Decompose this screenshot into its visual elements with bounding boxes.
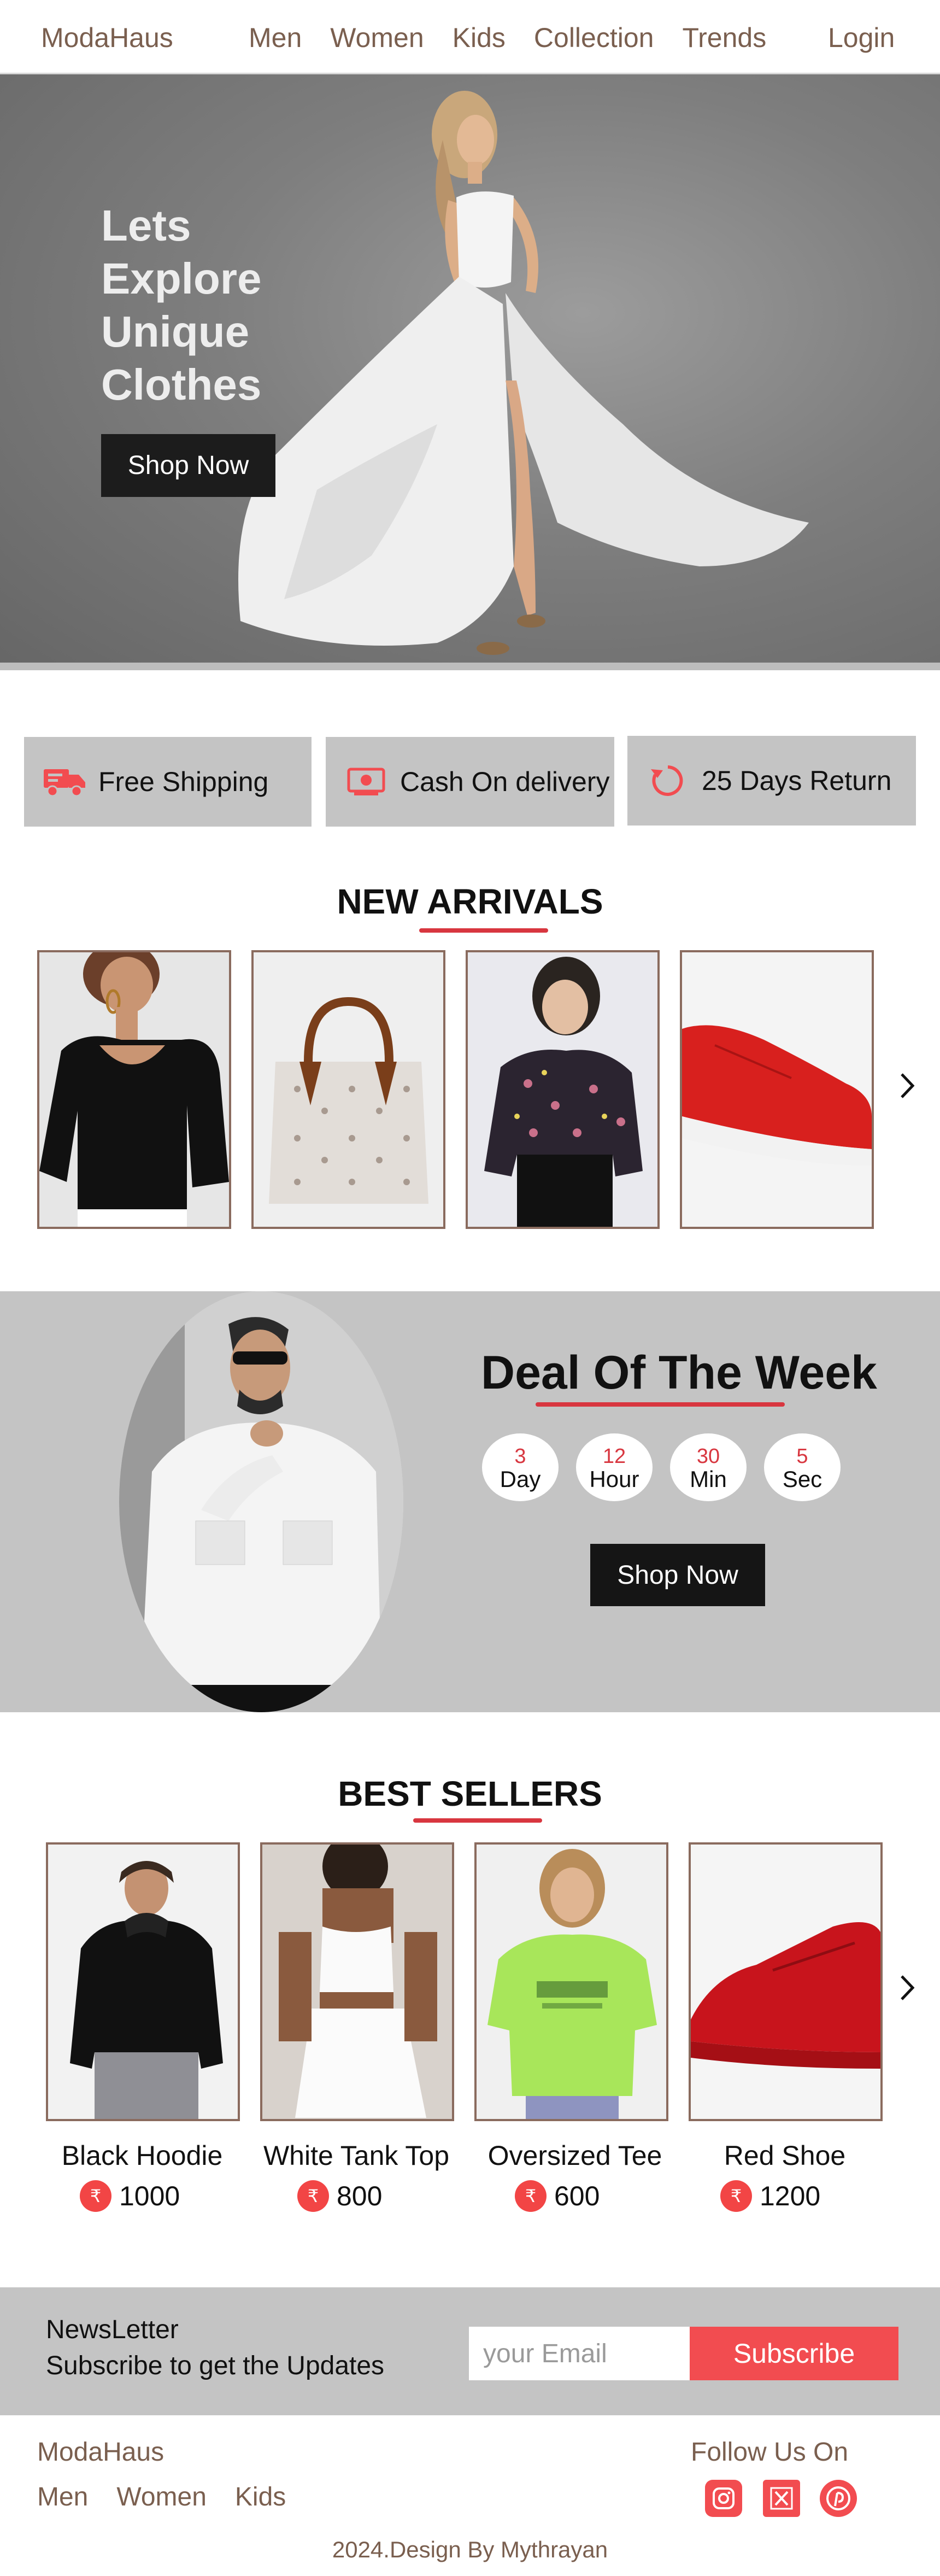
hero-banner: Lets Explore Unique Clothes Shop Now	[0, 74, 940, 670]
pinterest-link[interactable]	[820, 2480, 857, 2517]
follow-us-label: Follow Us On	[691, 2438, 849, 2467]
new-arrivals-underline	[419, 928, 548, 933]
black-puff-sleeve-top-image	[39, 952, 229, 1227]
countdown-unit: Sec	[782, 1466, 822, 1492]
bestseller-card-red-shoe[interactable]	[689, 1842, 883, 2121]
footer-link-women[interactable]: Women	[116, 2482, 207, 2512]
best-sellers-underline	[413, 1818, 542, 1823]
product-name-black-hoodie[interactable]: Black Hoodie	[33, 2140, 251, 2171]
feature-label: 25 Days Return	[702, 765, 892, 796]
feature-return: 25 Days Return	[627, 736, 916, 826]
deal-model-image	[119, 1291, 403, 1712]
return-icon	[646, 762, 690, 800]
deal-shop-now-button[interactable]: Shop Now	[590, 1544, 765, 1606]
product-price: ₹ 800	[297, 2180, 382, 2212]
feature-label: Cash On delivery	[400, 766, 610, 797]
countdown-value: 5	[796, 1445, 808, 1468]
top-nav: ModaHaus Men Women Kids Collection Trend…	[0, 0, 940, 74]
product-price: ₹ 600	[515, 2180, 600, 2212]
countdown-seconds: 5 Sec	[764, 1433, 841, 1501]
feature-label: Free Shipping	[98, 766, 269, 797]
countdown-minutes: 30 Min	[670, 1433, 747, 1501]
price-value: 800	[337, 2181, 383, 2211]
email-input[interactable]	[469, 2327, 690, 2380]
nav-link-trends[interactable]: Trends	[682, 22, 766, 54]
feature-free-shipping: Free Shipping	[24, 737, 312, 827]
newsletter-subheading: Subscribe to get the Updates	[46, 2351, 385, 2380]
nav-link-collection[interactable]: Collection	[534, 22, 654, 54]
monogram-tote-bag-image	[254, 952, 443, 1227]
brand-logo[interactable]: ModaHaus	[41, 22, 173, 54]
countdown-value: 12	[602, 1445, 626, 1468]
countdown-value: 30	[696, 1445, 720, 1468]
nav-link-women[interactable]: Women	[330, 22, 424, 54]
new-arrivals-next-arrow[interactable]	[900, 1066, 916, 1108]
pinterest-icon	[826, 2486, 850, 2510]
price-value: 1000	[119, 2181, 180, 2211]
nav-link-kids[interactable]: Kids	[453, 22, 506, 54]
best-sellers-next-arrow[interactable]	[900, 1968, 916, 2010]
arrival-card-bag[interactable]	[251, 950, 445, 1229]
newsletter-heading: NewsLetter	[46, 2315, 179, 2344]
price-value: 1200	[760, 2181, 821, 2211]
bestseller-card-oversized-tee[interactable]	[474, 1842, 668, 2121]
product-name-white-tank-top[interactable]: White Tank Top	[247, 2140, 466, 2171]
footer-link-men[interactable]: Men	[37, 2482, 88, 2512]
login-link[interactable]: Login	[828, 22, 895, 54]
countdown-days: 3 Day	[482, 1433, 559, 1501]
nav-link-men[interactable]: Men	[249, 22, 302, 54]
rupee-icon: ₹	[720, 2180, 752, 2212]
price-value: 600	[554, 2181, 600, 2211]
arrival-card-blouse[interactable]	[466, 950, 660, 1229]
deal-of-the-week-section: Deal Of The Week 3 Day 12 Hour 30 Min 5 …	[0, 1291, 940, 1712]
red-shoe-image	[691, 1845, 880, 2119]
footer-links: Men Women Kids	[37, 2482, 286, 2512]
white-tank-top-image	[262, 1845, 452, 2119]
x-icon	[770, 2487, 793, 2510]
chevron-right-icon	[901, 1073, 915, 1098]
countdown-hours: 12 Hour	[576, 1433, 653, 1501]
hero-floor-strip	[0, 663, 940, 670]
footer-link-kids[interactable]: Kids	[235, 2482, 286, 2512]
countdown-unit: Hour	[589, 1466, 639, 1492]
x-link[interactable]	[763, 2480, 800, 2517]
hero-model-image	[238, 91, 809, 655]
deal-title-underline	[536, 1402, 785, 1407]
nav-links: Men Women Kids Collection Trends	[249, 22, 766, 54]
chevron-right-icon	[901, 1975, 915, 2000]
new-arrivals-title: NEW ARRIVALS	[337, 882, 603, 921]
countdown-unit: Min	[690, 1466, 727, 1492]
truck-icon	[43, 763, 86, 801]
oversized-tee-image	[477, 1845, 666, 2119]
product-name-red-shoe[interactable]: Red Shoe	[675, 2140, 894, 2171]
black-hoodie-image	[48, 1845, 238, 2119]
floral-blouse-image	[468, 952, 657, 1227]
rupee-icon: ₹	[297, 2180, 329, 2212]
countdown-value: 3	[514, 1445, 526, 1468]
footer-brand[interactable]: ModaHaus	[37, 2437, 164, 2467]
countdown-unit: Day	[500, 1466, 541, 1492]
bestseller-card-hoodie[interactable]	[46, 1842, 240, 2121]
copyright: 2024.Design By Mythrayan	[332, 2537, 608, 2562]
arrival-card-top[interactable]	[37, 950, 231, 1229]
best-sellers-title: BEST SELLERS	[338, 1774, 602, 1813]
arrival-card-sneaker[interactable]	[680, 950, 874, 1229]
instagram-link[interactable]	[705, 2480, 742, 2517]
cash-icon	[344, 763, 388, 801]
product-price: ₹ 1200	[720, 2180, 820, 2212]
bestseller-card-tank-top[interactable]	[260, 1842, 454, 2121]
hero-shop-now-button[interactable]: Shop Now	[101, 434, 275, 497]
instagram-icon	[713, 2487, 735, 2509]
red-sneaker-image	[682, 952, 872, 1227]
hero-headline: Lets Explore Unique Clothes	[101, 201, 262, 409]
product-name-oversized-tee[interactable]: Oversized Tee	[466, 2140, 684, 2171]
newsletter-section: NewsLetter Subscribe to get the Updates …	[0, 2287, 940, 2415]
rupee-icon: ₹	[515, 2180, 547, 2212]
deal-title: Deal Of The Week	[481, 1346, 877, 1399]
feature-cash-on-delivery: Cash On delivery	[326, 737, 614, 827]
rupee-icon: ₹	[80, 2180, 111, 2212]
product-price: ₹ 1000	[80, 2180, 180, 2212]
subscribe-button[interactable]: Subscribe	[690, 2327, 898, 2380]
